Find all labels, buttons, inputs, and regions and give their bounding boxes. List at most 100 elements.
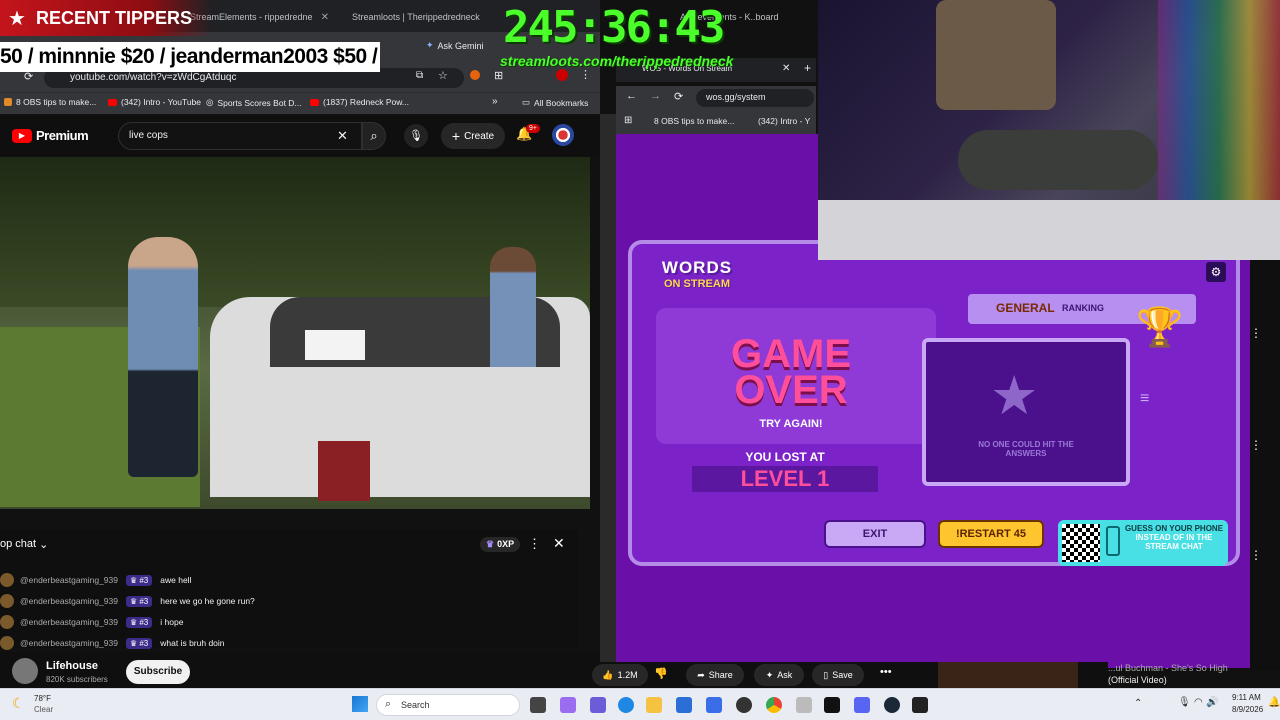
no-one-text: NO ONE COULD HIT THE ANSWERS xyxy=(978,440,1074,458)
create-button[interactable]: + Create xyxy=(441,123,505,149)
game-text: GAME xyxy=(731,332,851,376)
close-icon[interactable]: ✕ xyxy=(782,63,790,74)
settings-gear-icon[interactable]: ⚙ xyxy=(1206,262,1226,282)
globe-icon: ◎ xyxy=(206,97,214,107)
folder-icon: ▭ xyxy=(522,97,531,107)
chat-user[interactable]: @enderbeastgaming_939 xyxy=(20,596,118,606)
menu-dots-icon[interactable]: ⋮ xyxy=(1250,548,1262,562)
chat-user[interactable]: @enderbeastgaming_939 xyxy=(20,617,118,627)
chat-text: here we go he gone run? xyxy=(160,596,255,606)
next-video-thumbnail[interactable] xyxy=(938,662,1078,688)
discord-icon[interactable] xyxy=(854,697,870,713)
chevron-right-icon[interactable]: » xyxy=(492,96,498,107)
like-button[interactable]: 👍 1.2M xyxy=(592,664,648,686)
chat-menu-icon[interactable]: ⋮ xyxy=(528,536,541,552)
obs-icon[interactable] xyxy=(736,697,752,713)
chrome-icon[interactable] xyxy=(766,697,782,713)
teams-icon[interactable] xyxy=(590,697,606,713)
chat-mode-dropdown[interactable]: op chat ⌄ xyxy=(0,538,48,551)
logo-on-stream: ON STREAM xyxy=(664,278,730,290)
new-tab-icon[interactable]: + xyxy=(804,61,811,75)
chat-message: @enderbeastgaming_939 ♛ #3 i hope xyxy=(0,612,183,632)
bookmark-item[interactable]: (1837) Redneck Pow... xyxy=(310,97,409,107)
search-button[interactable]: ⌕ xyxy=(362,122,386,150)
reload-icon[interactable]: ⟳ xyxy=(674,90,683,103)
install-icon[interactable]: ⧉ xyxy=(416,70,423,81)
volume-icon[interactable]: 🔊 xyxy=(1206,697,1218,708)
menu-dots-icon[interactable]: ⋮ xyxy=(580,68,591,81)
share-button[interactable]: ➦ Share xyxy=(686,664,744,686)
chat-user[interactable]: @enderbeastgaming_939 xyxy=(20,575,118,585)
clock-date[interactable]: 8/9/2026 xyxy=(1232,705,1263,714)
tray-chevron-icon[interactable]: ⌃ xyxy=(1134,698,1142,709)
task-view-icon[interactable] xyxy=(530,697,546,713)
channel-avatar[interactable] xyxy=(12,658,38,684)
video-player[interactable] xyxy=(0,157,590,509)
ask-button[interactable]: ✦ Ask xyxy=(754,664,804,686)
notification-icon[interactable]: 🔔 xyxy=(1268,697,1280,708)
officer-figure-2 xyxy=(490,247,536,367)
channel-name[interactable]: Lifehouse xyxy=(46,660,98,672)
copilot-icon[interactable] xyxy=(560,697,576,713)
bookmark-label: (342) Intro - YouTube xyxy=(121,97,202,107)
more-icon[interactable]: ••• xyxy=(880,666,892,678)
bookmark-item[interactable]: (342) Intro - YouTube xyxy=(108,97,201,107)
edge-icon[interactable] xyxy=(618,697,634,713)
bookmark-item[interactable]: ◎ Sports Scores Bot D... xyxy=(206,97,302,108)
wifi-icon[interactable]: ◠ xyxy=(1194,697,1203,708)
bookmark-item[interactable]: 8 OBS tips to make... xyxy=(4,97,96,107)
all-bookmarks[interactable]: ▭ All Bookmarks xyxy=(522,97,588,108)
taskbar-search[interactable]: ⌕ Search xyxy=(376,694,520,716)
bookmark-item[interactable]: 8 OBS tips to make... xyxy=(654,116,734,126)
menu-dots-icon[interactable]: ⋮ xyxy=(1250,438,1262,452)
search-input[interactable]: live cops ✕ xyxy=(118,122,362,150)
windows-start-icon[interactable] xyxy=(352,696,368,712)
scroll-arrows-icon[interactable]: ≡ xyxy=(1140,390,1149,408)
clear-search-icon[interactable]: ✕ xyxy=(337,128,348,144)
back-icon[interactable]: ← xyxy=(626,90,637,102)
account-avatar[interactable] xyxy=(552,124,574,146)
steam-icon[interactable] xyxy=(884,697,900,713)
close-icon[interactable]: ✕ xyxy=(321,12,329,23)
file-explorer-icon[interactable] xyxy=(646,697,662,713)
forward-icon[interactable]: → xyxy=(650,90,661,102)
profile-avatar[interactable] xyxy=(556,69,568,81)
menu-dots-icon[interactable]: ⋮ xyxy=(1250,326,1262,340)
puzzle-icon[interactable]: ⊞ xyxy=(494,69,503,82)
exit-button[interactable]: EXIT xyxy=(824,520,926,548)
streamloots-url: streamloots.com/therippedredneck xyxy=(500,53,734,69)
weather-temp: 78°F xyxy=(34,694,51,703)
gap-panel xyxy=(600,114,616,670)
clock-time[interactable]: 9:11 AM xyxy=(1232,693,1261,702)
app-icon[interactable] xyxy=(912,697,928,713)
close-chat-icon[interactable]: ✕ xyxy=(553,535,565,552)
subscribe-button[interactable]: Subscribe xyxy=(126,660,190,684)
url-field[interactable]: wos.gg/system xyxy=(696,89,814,107)
mail-icon[interactable] xyxy=(706,697,722,713)
ask-gemini-button[interactable]: ✦ Ask Gemini xyxy=(426,40,484,51)
xp-value: 0XP xyxy=(497,539,515,549)
next-video-title[interactable]: ...ul Buchman - She's So High (Official … xyxy=(1108,662,1258,686)
store-icon[interactable] xyxy=(676,697,692,713)
terminal-icon[interactable] xyxy=(824,697,840,713)
bookmark-item[interactable]: (342) Intro - Y xyxy=(758,116,810,126)
tab-streamloots[interactable]: Streamloots | Therippedredneck✕ xyxy=(348,6,488,28)
all-bookmarks-label: All Bookmarks xyxy=(534,97,589,108)
weather-icon[interactable]: ☾ xyxy=(12,695,25,712)
extension-icon[interactable] xyxy=(470,70,480,80)
left-bookmarks-bar: 8 OBS tips to make... (342) Intro - YouT… xyxy=(0,92,600,114)
apps-icon[interactable]: ⊞ xyxy=(624,115,632,126)
restart-button[interactable]: !RESTART 45 xyxy=(938,520,1044,548)
membership-badge: ♛ #3 xyxy=(125,637,153,649)
youtube-logo[interactable]: ▶ Premium xyxy=(12,128,89,143)
save-button[interactable]: ▯ Save xyxy=(812,664,864,686)
mic-icon[interactable]: 🎙 xyxy=(1178,697,1191,708)
app-icon[interactable] xyxy=(796,697,812,713)
chat-user[interactable]: @enderbeastgaming_939 xyxy=(20,638,118,648)
notification-badge: 9+ xyxy=(526,124,540,133)
bookmark-label: Sports Scores Bot D... xyxy=(217,97,302,108)
thumbs-down-icon[interactable]: 👎 xyxy=(654,667,668,680)
xp-badge[interactable]: ♛ 0XP xyxy=(480,537,521,552)
bookmark-star-icon[interactable]: ☆ xyxy=(438,69,448,82)
mic-button[interactable]: 🎙 xyxy=(404,124,428,148)
